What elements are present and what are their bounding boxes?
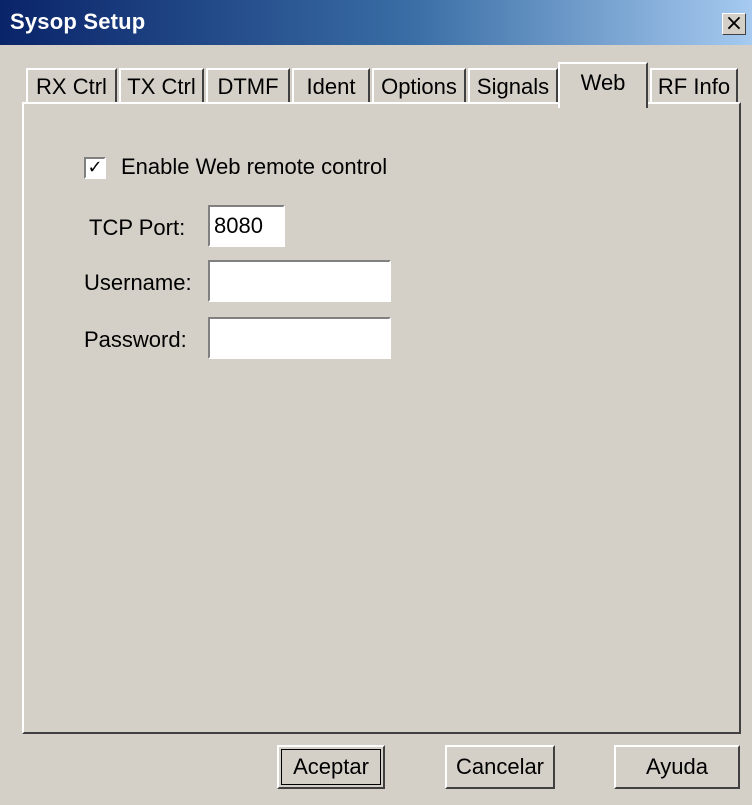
password-label: Password: [84,327,187,352]
tab-signals[interactable]: Signals [468,68,558,104]
tab-tx-ctrl[interactable]: TX Ctrl [119,68,204,104]
username-label: Username: [84,270,192,295]
ok-button-label: Aceptar [293,754,369,779]
cancel-button-label: Cancelar [455,754,545,779]
tab-dtmf[interactable]: DTMF [206,68,290,104]
web-tab-panel [22,102,741,734]
tab-strip: RX Ctrl TX Ctrl DTMF Ident Options Signa… [0,0,752,110]
enable-web-checkbox[interactable]: ✓ [84,157,106,179]
tab-label: DTMF [217,74,279,99]
tab-label: Signals [476,74,550,99]
tab-options[interactable]: Options [372,68,466,104]
help-button[interactable]: Ayuda [614,745,740,789]
tab-label: Options [381,74,457,99]
username-field[interactable] [208,260,391,302]
cancel-button[interactable]: Cancelar [445,745,555,789]
tcp-port-field[interactable] [208,205,285,247]
tab-ident[interactable]: Ident [292,68,370,104]
tab-rf-info[interactable]: RF Info [650,68,738,104]
tab-label: TX Ctrl [127,74,196,99]
tcp-port-label: TCP Port: [89,215,186,240]
tab-label: Web [580,70,626,95]
tab-label: RX Ctrl [36,74,107,99]
check-icon: ✓ [87,157,103,178]
enable-web-label[interactable]: Enable Web remote control [121,154,387,180]
ok-button[interactable]: Aceptar [277,745,385,789]
password-field[interactable] [208,317,391,359]
tab-label: RF Info [657,74,731,99]
tab-rx-ctrl[interactable]: RX Ctrl [26,68,117,104]
help-button-label: Ayuda [646,754,708,779]
tab-label: Ident [306,74,356,99]
sysop-setup-dialog: Sysop Setup × RX Ctrl TX Ctrl DTMF Ident… [0,0,752,805]
tab-web[interactable]: Web [558,62,648,108]
